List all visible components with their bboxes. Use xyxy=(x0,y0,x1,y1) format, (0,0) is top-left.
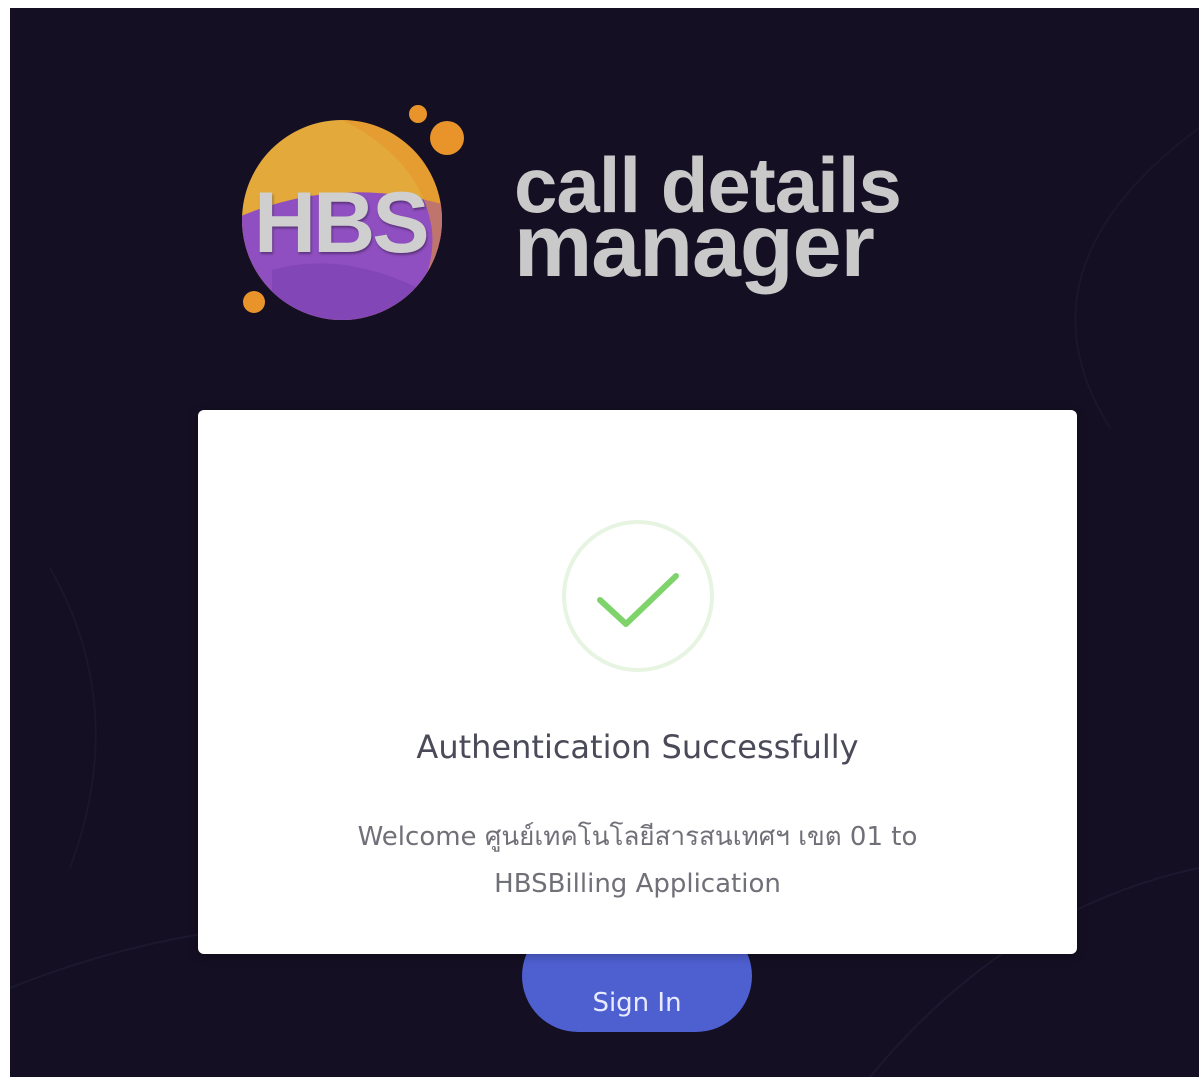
success-dialog: Authentication Successfully Welcome ศูนย… xyxy=(198,410,1077,954)
dialog-message: Welcome ศูนย์เทคโนโลยีสารสนเทศฯ เขต 01 t… xyxy=(357,822,918,899)
logo-abbreviation: HBS xyxy=(254,175,430,271)
logo-title-line2: manager xyxy=(514,196,875,295)
dialog-title: Authentication Successfully xyxy=(416,728,859,766)
app-logo: HBS call details manager xyxy=(232,100,952,340)
login-screen: HBS call details manager Sign In Authent… xyxy=(10,8,1199,1077)
check-icon xyxy=(562,520,714,672)
